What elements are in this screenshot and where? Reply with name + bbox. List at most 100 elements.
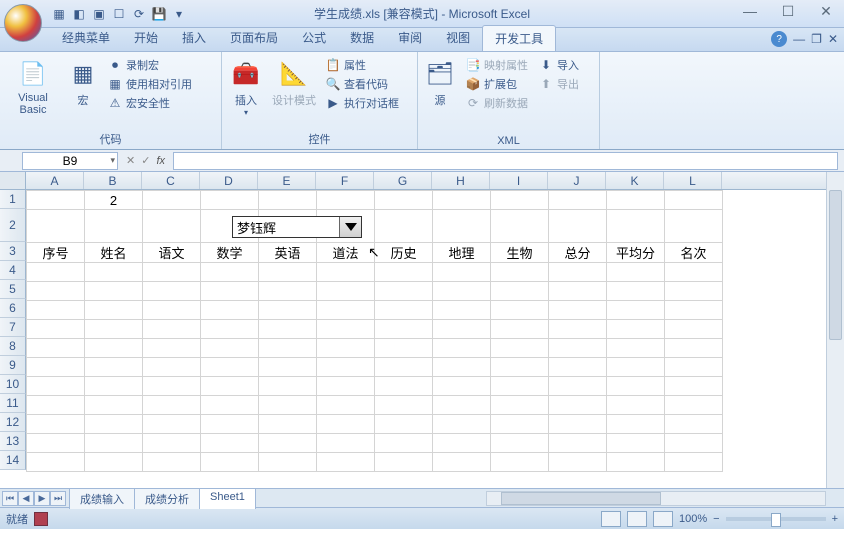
cell[interactable] (85, 263, 143, 282)
cell[interactable] (491, 434, 549, 453)
cell[interactable] (549, 339, 607, 358)
cell[interactable] (433, 453, 491, 472)
row-header[interactable]: 10 (0, 375, 26, 394)
cell[interactable] (201, 339, 259, 358)
select-all-corner[interactable] (0, 172, 26, 190)
cell[interactable]: 2 (85, 191, 143, 210)
column-header[interactable]: H (432, 172, 490, 189)
cell[interactable]: 语文 (143, 243, 201, 263)
cell[interactable] (259, 396, 317, 415)
column-header[interactable]: F (316, 172, 374, 189)
sheet-nav-first[interactable]: ⏮ (2, 491, 18, 506)
cell[interactable] (607, 339, 665, 358)
cell[interactable] (433, 191, 491, 210)
cell[interactable] (549, 210, 607, 243)
cell[interactable] (375, 339, 433, 358)
cell[interactable] (201, 377, 259, 396)
properties-button[interactable]: 📋属性 (322, 56, 402, 74)
cell[interactable] (375, 434, 433, 453)
refresh-data-button[interactable]: ⟳刷新数据 (462, 94, 531, 112)
row-header[interactable]: 3 (0, 242, 26, 261)
cell[interactable]: 地理 (433, 243, 491, 263)
cell[interactable] (317, 434, 375, 453)
cell[interactable] (491, 377, 549, 396)
cell[interactable] (27, 434, 85, 453)
column-header[interactable]: G (374, 172, 432, 189)
cell[interactable] (143, 415, 201, 434)
cell[interactable] (143, 453, 201, 472)
zoom-slider[interactable] (726, 517, 826, 521)
cell[interactable] (607, 263, 665, 282)
cell[interactable] (143, 396, 201, 415)
cell[interactable] (607, 358, 665, 377)
column-header[interactable]: E (258, 172, 316, 189)
cell[interactable] (607, 301, 665, 320)
cell[interactable] (607, 191, 665, 210)
column-header[interactable]: I (490, 172, 548, 189)
qat-refresh-icon[interactable]: ⟳ (130, 5, 148, 23)
row-header[interactable]: 2 (0, 209, 26, 242)
cell[interactable] (375, 396, 433, 415)
cell[interactable] (433, 301, 491, 320)
ribbon-minimize-icon[interactable]: — (793, 32, 805, 46)
row-header[interactable]: 7 (0, 318, 26, 337)
row-header[interactable]: 1 (0, 190, 26, 209)
ribbon-tab[interactable]: 页面布局 (218, 25, 290, 51)
cell[interactable] (85, 339, 143, 358)
cell[interactable] (259, 282, 317, 301)
cell[interactable] (549, 282, 607, 301)
cell[interactable] (143, 263, 201, 282)
cell[interactable] (549, 358, 607, 377)
cell[interactable] (85, 415, 143, 434)
row-header[interactable]: 8 (0, 337, 26, 356)
cell[interactable] (491, 358, 549, 377)
sheet-nav-last[interactable]: ⏭ (50, 491, 66, 506)
sheet-nav-next[interactable]: ▶ (34, 491, 50, 506)
cell[interactable] (143, 301, 201, 320)
qat-picture-icon[interactable]: ▣ (90, 5, 108, 23)
cell[interactable] (201, 263, 259, 282)
column-header[interactable]: J (548, 172, 606, 189)
cell[interactable] (201, 396, 259, 415)
cell[interactable] (375, 210, 433, 243)
cell[interactable] (259, 377, 317, 396)
cell[interactable] (85, 396, 143, 415)
design-mode-button[interactable]: 📐 设计模式 (270, 54, 318, 112)
cell[interactable] (85, 301, 143, 320)
cell[interactable] (259, 339, 317, 358)
cell[interactable] (317, 191, 375, 210)
cell[interactable] (259, 453, 317, 472)
column-header[interactable]: C (142, 172, 200, 189)
cell[interactable] (27, 453, 85, 472)
cell[interactable] (607, 377, 665, 396)
cell[interactable] (433, 358, 491, 377)
row-header[interactable]: 13 (0, 432, 26, 451)
expansion-packs-button[interactable]: 📦扩展包 (462, 75, 531, 93)
use-relative-button[interactable]: ▦使用相对引用 (104, 75, 195, 93)
row-header[interactable]: 6 (0, 299, 26, 318)
cell[interactable] (549, 320, 607, 339)
cell[interactable] (665, 377, 723, 396)
cell[interactable] (665, 263, 723, 282)
cell[interactable] (85, 282, 143, 301)
cell[interactable] (433, 263, 491, 282)
help-icon[interactable]: ? (771, 31, 787, 47)
cell[interactable] (27, 377, 85, 396)
column-header[interactable]: B (84, 172, 142, 189)
macros-button[interactable]: ▦ 宏 (66, 54, 100, 112)
qat-table-icon[interactable]: ▦ (50, 5, 68, 23)
ribbon-tab[interactable]: 数据 (338, 25, 386, 51)
cell[interactable]: 数学 (201, 243, 259, 263)
normal-view-button[interactable] (601, 511, 621, 527)
cell[interactable]: 总分 (549, 243, 607, 263)
cell[interactable] (549, 191, 607, 210)
cell[interactable] (665, 282, 723, 301)
cell[interactable] (201, 453, 259, 472)
cell[interactable] (317, 453, 375, 472)
cell[interactable] (317, 358, 375, 377)
cell[interactable]: 生物 (491, 243, 549, 263)
qat-dropdown-icon[interactable]: ▾ (170, 5, 188, 23)
cell[interactable] (85, 320, 143, 339)
cell[interactable] (607, 453, 665, 472)
fx-icon[interactable]: fx (156, 155, 165, 167)
